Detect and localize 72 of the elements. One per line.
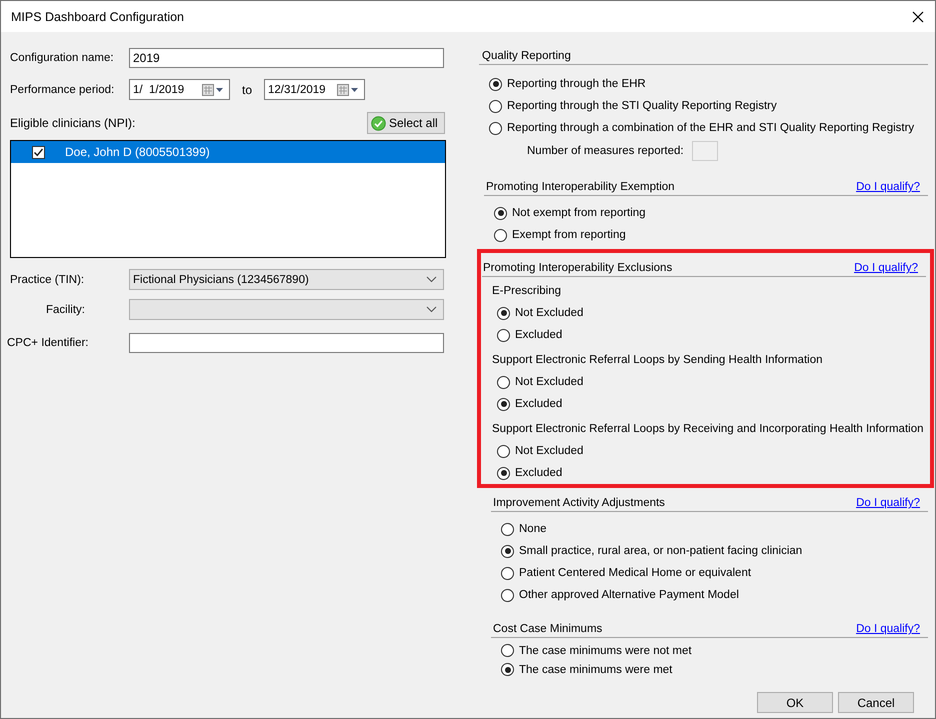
check-circle-icon — [371, 116, 386, 130]
option-label: Excluded — [515, 467, 562, 479]
clinician-name: Doe, John D (8005501399) — [65, 145, 210, 159]
config-name-field[interactable]: 2019 — [129, 48, 444, 68]
option-label: Excluded — [515, 329, 562, 341]
radio-button[interactable] — [497, 376, 510, 388]
clinician-row[interactable]: Doe, John D (8005501399) — [11, 141, 445, 163]
qualify-link[interactable]: Do I qualify? — [856, 623, 920, 635]
qualify-link[interactable]: Do I qualify? — [854, 262, 918, 274]
chevron-down-icon — [426, 276, 437, 283]
field-label: Configuration name: — [10, 52, 115, 64]
option-label: The case minimums were met — [519, 664, 672, 676]
radio-button[interactable] — [497, 328, 510, 342]
date-picker[interactable]: 12/31/2019 — [264, 79, 366, 100]
chevron-down-icon — [426, 306, 437, 313]
radio-button[interactable] — [497, 306, 510, 320]
radio-button[interactable] — [501, 663, 514, 676]
option-label: Not Excluded — [515, 376, 584, 388]
section-title: Improvement Activity Adjustments — [493, 497, 665, 509]
field-label: CPC+ Identifier: — [7, 336, 90, 348]
radio-button[interactable] — [497, 444, 510, 458]
option-label: Other approved Alternative Payment Model — [519, 589, 739, 601]
calendar-icon — [202, 84, 224, 96]
option-label: Small practice, rural area, or non-patient facing clinician — [519, 545, 802, 557]
select-all-button[interactable]: Select all — [367, 112, 445, 134]
option-label: Exempt from reporting — [512, 229, 626, 241]
dialog-button[interactable]: Cancel — [838, 692, 914, 713]
radio-button[interactable] — [501, 544, 514, 558]
field-label: Eligible clinicians (NPI): — [10, 116, 136, 130]
radio-button[interactable] — [497, 466, 510, 480]
dialog-button[interactable]: OK — [757, 692, 833, 713]
cpc-identifier-field[interactable] — [129, 332, 444, 352]
option-label: Reporting through a combination of the EHR and STI Quality Reporting Registry — [507, 122, 914, 134]
radio-button[interactable] — [501, 566, 514, 580]
radio-button[interactable] — [494, 206, 507, 220]
field-label: Practice (TIN): — [10, 274, 86, 286]
section-title: Promoting Interoperability Exclusions — [483, 262, 672, 274]
section-title: Promoting Interoperability Exemption — [486, 181, 675, 193]
radio-button[interactable] — [497, 398, 510, 410]
radio-button[interactable] — [494, 228, 507, 242]
option-label: Reporting through the STI Quality Reporting Registry — [507, 100, 777, 112]
option-label: The case minimums were not met — [519, 644, 692, 656]
field-label: Number of measures reported: — [527, 145, 684, 157]
radio-button[interactable] — [489, 122, 502, 134]
group-heading: E-Prescribing — [492, 284, 562, 299]
window-title: MIPS Dashboard Configuration — [11, 10, 184, 24]
calendar-icon — [337, 84, 360, 96]
group-heading: Support Electronic Referral Loops by Receiving and Incorporating Health Information — [492, 422, 924, 437]
field-label: Facility: — [45, 304, 86, 316]
field-label: Performance period: — [10, 84, 116, 96]
option-label: Reporting through the EHR — [507, 78, 646, 90]
option-label: Not Excluded — [515, 307, 584, 319]
radio-button[interactable] — [501, 644, 514, 657]
checkbox[interactable] — [32, 146, 45, 158]
to-label: to — [242, 82, 252, 96]
option-label: Not Excluded — [515, 445, 584, 457]
option-label: Patient Centered Medical Home or equivalent — [519, 567, 752, 579]
qualify-link[interactable]: Do I qualify? — [856, 497, 920, 509]
radio-button[interactable] — [489, 100, 502, 112]
radio-button[interactable] — [501, 522, 514, 536]
option-label: Not exempt from reporting — [512, 207, 646, 219]
option-label: None — [519, 523, 546, 535]
practice-dropdown[interactable]: Fictional Physicians (1234567890) — [129, 269, 444, 290]
close-icon[interactable] — [912, 10, 924, 22]
section-title: Cost Case Minimums — [493, 623, 602, 635]
radio-button[interactable] — [501, 588, 514, 602]
group-heading: Support Electronic Referral Loops by Sending Health Information — [492, 353, 824, 368]
radio-button[interactable] — [489, 78, 502, 90]
qualify-link[interactable]: Do I qualify? — [856, 181, 920, 193]
section-title: Quality Reporting — [482, 50, 571, 62]
option-label: Excluded — [515, 398, 562, 410]
date-picker[interactable]: 1/ 1/2019 — [129, 79, 230, 100]
